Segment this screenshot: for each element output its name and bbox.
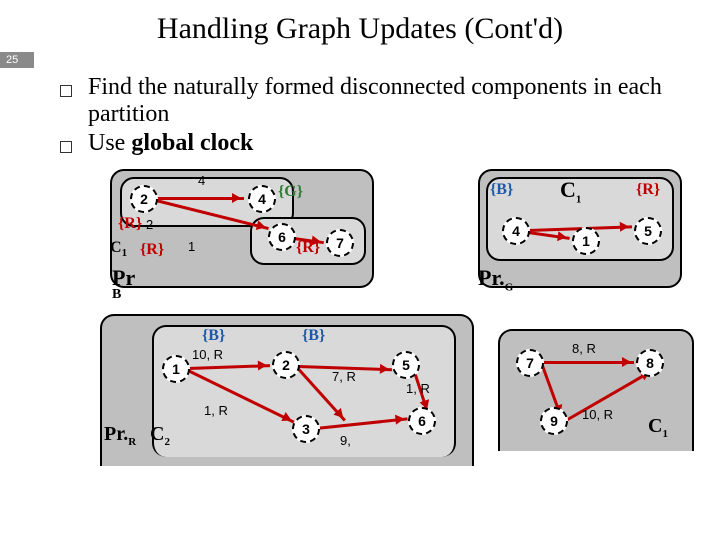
edge (542, 361, 634, 364)
node-b2: 2 (272, 351, 300, 379)
bullet-icon (60, 141, 72, 153)
node-g8: 8 (636, 349, 664, 377)
edge-weight: 4 (198, 173, 205, 188)
edge-weight: 1 (188, 239, 195, 254)
node-4r: 4 (502, 217, 530, 245)
tag-b: {B} (302, 327, 325, 345)
edge-weight: 2 (146, 217, 153, 232)
label-c1-br: C1 (648, 415, 668, 440)
bullet-icon (60, 85, 72, 97)
node-6: 6 (268, 223, 296, 251)
edge-weight: 1, R (406, 381, 430, 396)
edge (156, 197, 244, 200)
node-b3: 3 (292, 415, 320, 443)
edge-weight: 9, (340, 433, 351, 448)
label-c1-right: C1 (560, 177, 581, 205)
label-c2: C2 (150, 423, 170, 448)
node-b6: 6 (408, 407, 436, 435)
bullet-list: Find the naturally formed disconnected c… (0, 74, 720, 157)
bullet-text: Use global clockUse global clock (88, 130, 253, 157)
node-1r: 1 (572, 227, 600, 255)
tag-b: {B} (202, 327, 225, 345)
node-2: 2 (130, 185, 158, 213)
label-prb-sub: B (112, 287, 121, 303)
node-4: 4 (248, 185, 276, 213)
diagram-canvas: 2 4 6 7 4 {G} {R} {R} 2 C1 {R} 1 Pr B 4 … (0, 159, 720, 469)
bullet-text: Find the naturally formed disconnected c… (88, 74, 690, 128)
tag-b: {B} (490, 181, 513, 199)
tag-r: {R} (118, 215, 142, 233)
page-number: 25 (0, 52, 34, 68)
node-b1: 1 (162, 355, 190, 383)
node-g9: 9 (540, 407, 568, 435)
node-b5: 5 (392, 351, 420, 379)
label-prg: Pr.G (478, 265, 513, 293)
edge-weight: 10, R (192, 347, 223, 362)
edge-weight: 10, R (582, 407, 613, 422)
label-c1: C1 (110, 239, 127, 259)
tag-g: {G} (278, 183, 303, 201)
label-prr: Pr.R (104, 423, 136, 448)
page-bar: 25 (0, 52, 720, 68)
node-g7: 7 (516, 349, 544, 377)
edge-weight: 8, R (572, 341, 596, 356)
tag-r: {R} (296, 239, 320, 257)
node-5r: 5 (634, 217, 662, 245)
edge-weight: 7, R (332, 369, 356, 384)
node-7: 7 (326, 229, 354, 257)
tag-r: {R} (140, 241, 164, 259)
edge-weight: 1, R (204, 403, 228, 418)
tag-r: {R} (636, 181, 660, 199)
slide-title: Handling Graph Updates (Cont'd) (0, 0, 720, 52)
